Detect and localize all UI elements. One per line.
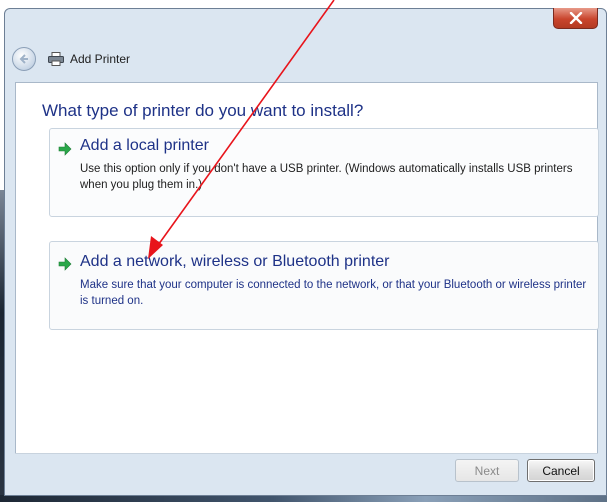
printer-icon bbox=[48, 52, 64, 66]
taskbar-strip bbox=[0, 495, 607, 502]
option-description: Use this option only if you don't have a… bbox=[80, 163, 573, 191]
back-arrow-icon bbox=[19, 54, 28, 64]
footer-divider bbox=[15, 453, 598, 454]
main-content: What type of printer do you want to inst… bbox=[15, 82, 599, 454]
add-printer-window: Add Printer What type of printer do you … bbox=[4, 8, 607, 496]
option-title: Add a network, wireless or Bluetooth pri… bbox=[80, 253, 390, 270]
close-button[interactable] bbox=[553, 8, 598, 29]
back-button[interactable] bbox=[12, 47, 36, 71]
title-bar: Add Printer bbox=[5, 36, 606, 82]
green-arrow-icon bbox=[58, 257, 72, 271]
green-arrow-icon bbox=[58, 142, 72, 156]
add-local-printer-option[interactable]: Add a local printer Use this option only… bbox=[49, 128, 599, 217]
next-button[interactable]: Next bbox=[455, 459, 519, 482]
close-icon bbox=[569, 12, 582, 24]
option-description: Make sure that your computer is connecte… bbox=[80, 279, 587, 307]
cancel-button[interactable]: Cancel bbox=[527, 459, 595, 482]
page-heading: What type of printer do you want to inst… bbox=[42, 101, 364, 120]
option-title: Add a local printer bbox=[80, 137, 209, 154]
add-network-printer-option[interactable]: Add a network, wireless or Bluetooth pri… bbox=[49, 241, 599, 330]
window-title: Add Printer bbox=[70, 52, 131, 66]
